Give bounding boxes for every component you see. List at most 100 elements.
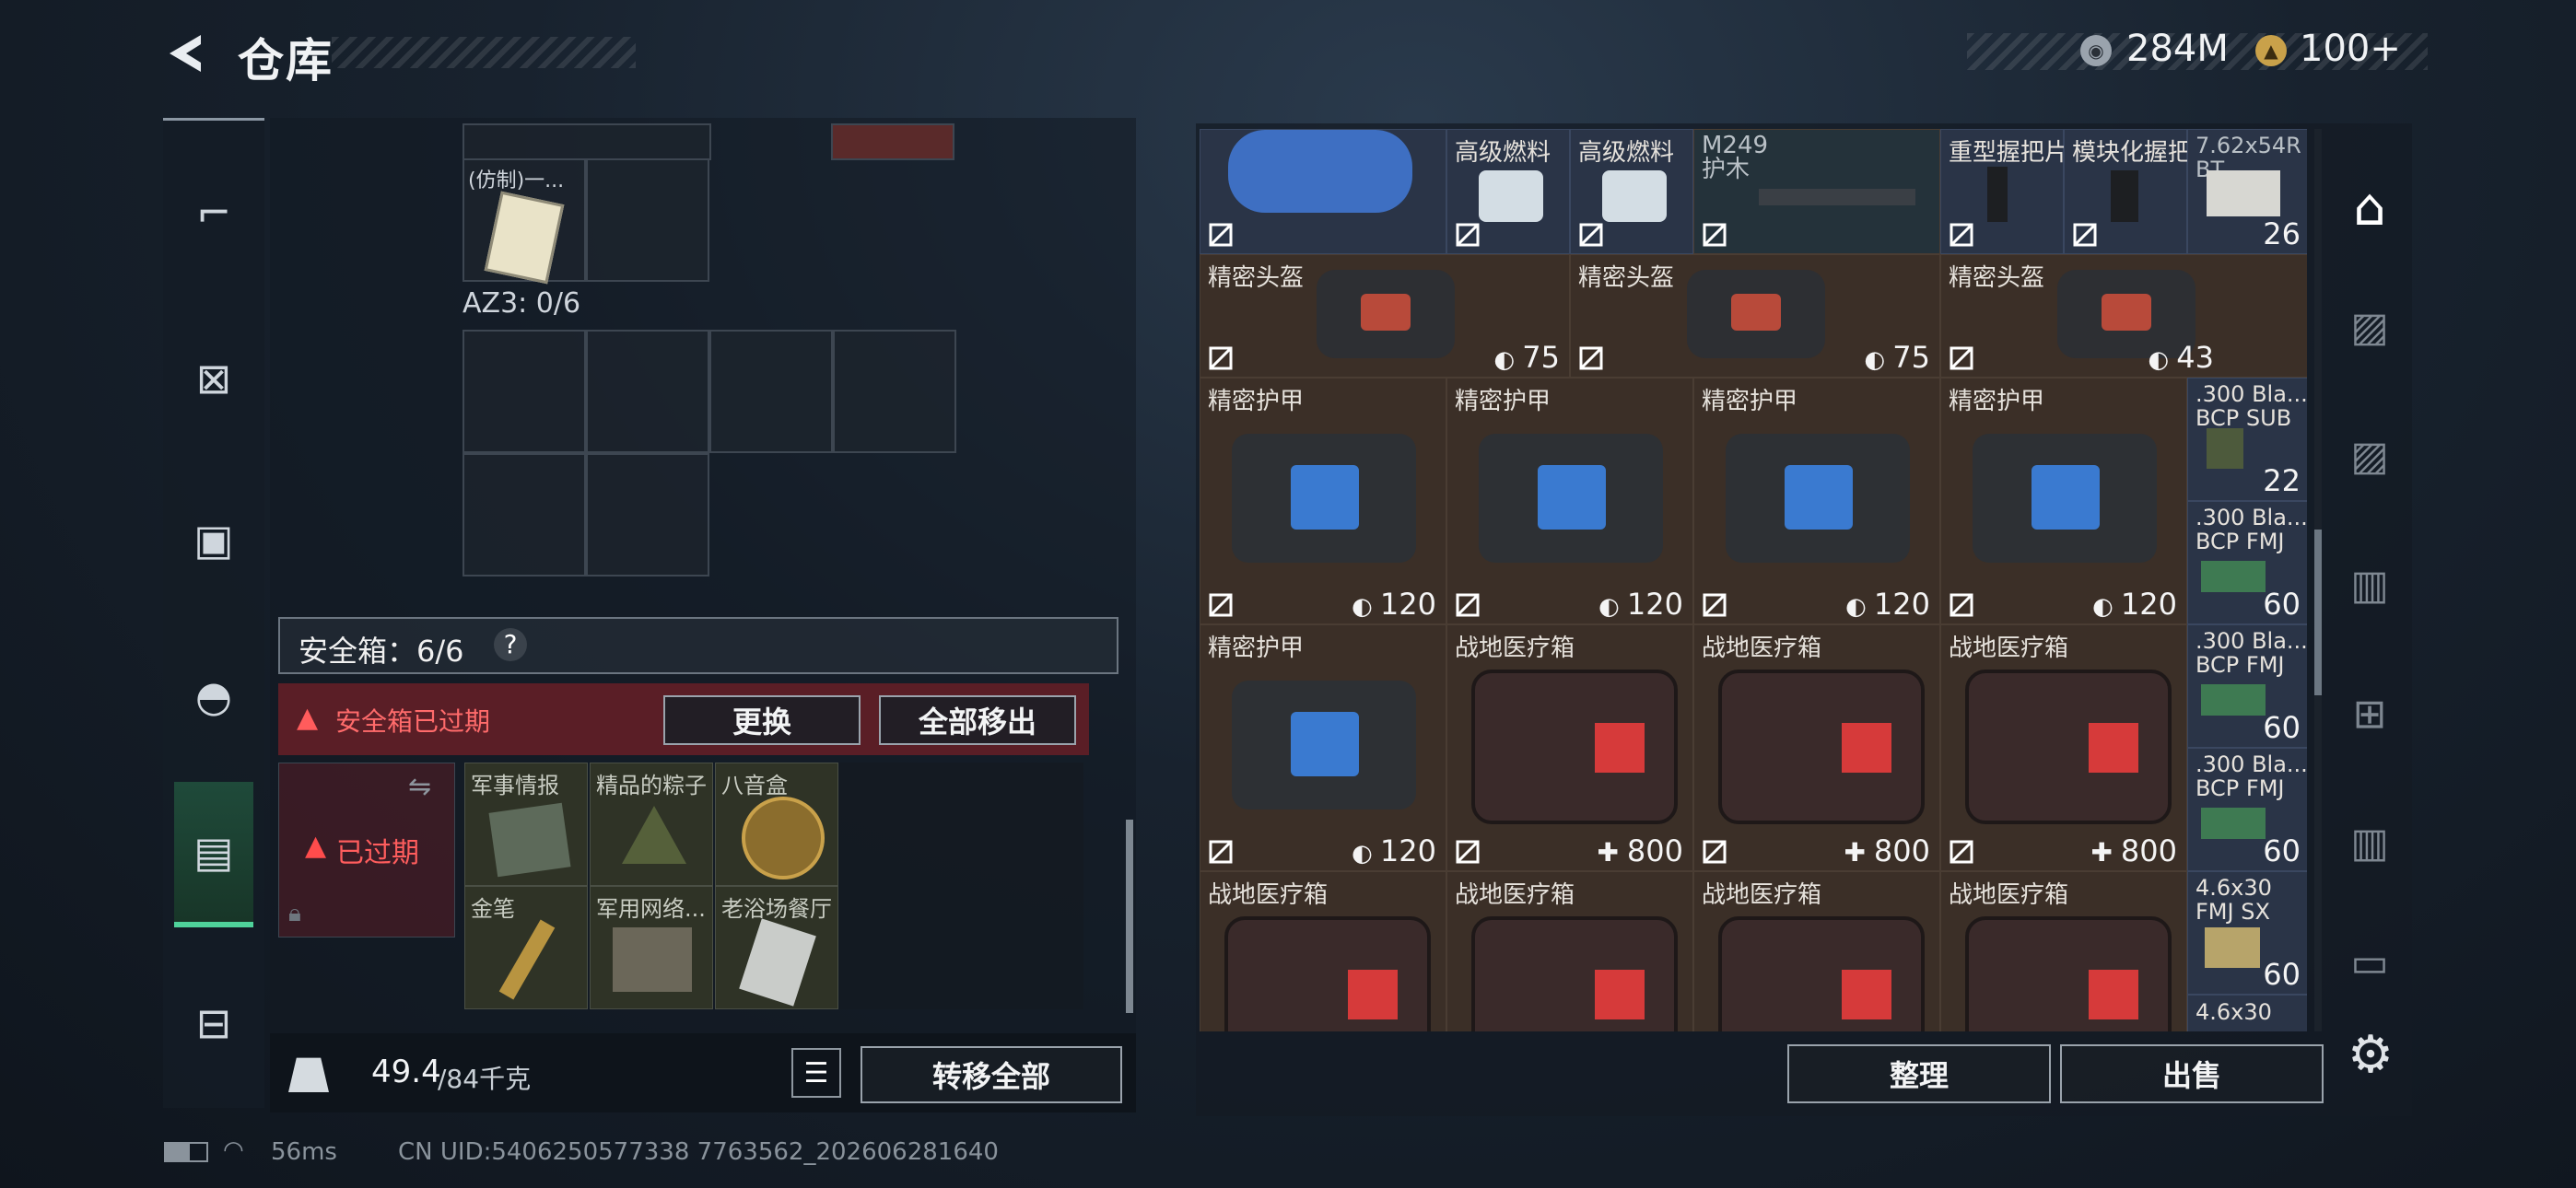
safebox-slot[interactable]: 军事情报 (464, 763, 588, 886)
inventory-slot[interactable] (709, 330, 833, 453)
storage-item-tile[interactable]: 精密护甲 ◐ 120 (1200, 624, 1446, 871)
helmet-item-icon (1687, 270, 1825, 358)
storage-item-tile[interactable]: 精密护甲 ◐ 120 (1200, 378, 1446, 624)
move-all-out-button[interactable]: 全部移出 (879, 695, 1076, 745)
armor-item-icon (1726, 434, 1910, 563)
item-label: 重型握把片 (1949, 139, 2069, 167)
storage-tab-v-icon[interactable]: ▨ (2331, 267, 2408, 387)
storage-item-tile[interactable]: 精密护甲 ◐ 120 (1940, 378, 2187, 624)
no-trade-icon (1456, 840, 1480, 864)
storage-item-tile[interactable] (1200, 129, 1446, 254)
container-slot (831, 123, 954, 160)
storage-item-tile[interactable]: 战地医疗箱 (1940, 871, 2187, 1031)
inventory-slot[interactable]: (仿制)一... (463, 158, 586, 285)
inventory-slot[interactable] (586, 158, 709, 282)
replace-button[interactable]: 更换 (663, 695, 861, 745)
storage-scrollbar-thumb[interactable] (2314, 530, 2322, 695)
wifi-icon: ◠ (223, 1136, 244, 1164)
inventory-slot[interactable] (833, 330, 956, 453)
storage-item-tile[interactable]: 战地医疗箱 ✚ 800 (1446, 624, 1693, 871)
left-nav: ⌐ ⊠ ▣ ◓ ▤ ⊟ (163, 118, 264, 1108)
safebox-item[interactable]: ⇋ ▲ 已过期 🔒︎ (278, 763, 455, 938)
storage-item-tile[interactable]: M249 护木 (1693, 129, 1940, 254)
item-label: M249 护木 (1702, 132, 1769, 183)
storage-item-tile[interactable]: 模块化握把 (2064, 129, 2192, 254)
list-view-icon[interactable]: ☰ (791, 1048, 841, 1098)
safebox-slot[interactable]: 八音盒 (715, 763, 838, 886)
briefcase-icon[interactable]: ⊟ (163, 968, 264, 1078)
armor-item-icon (1232, 434, 1416, 563)
warehouse-icon[interactable]: ⌂ (2331, 147, 2408, 267)
firearm-icon[interactable]: ⌐ (163, 157, 264, 268)
safebox-icon[interactable]: ▤ (174, 782, 253, 927)
item-label: .300 Bla... BCP FMJ (2195, 628, 2307, 678)
sell-button[interactable]: 出售 (2060, 1044, 2324, 1103)
item-label: 金笔 (471, 896, 515, 922)
storage-tab-iv-folder-icon[interactable]: ▥ (2331, 525, 2408, 645)
storage-item-tile[interactable]: 精密护甲 ◐ 120 (1693, 378, 1940, 624)
no-trade-icon (1209, 223, 1233, 247)
no-trade-icon (1209, 840, 1233, 864)
storage-tab-iv-icon[interactable]: ▨ (2331, 396, 2408, 516)
vest-icon[interactable]: ⊠ (163, 323, 264, 434)
storage-item-tile[interactable]: .300 Bla... BCP FMJ 60 (2187, 748, 2307, 871)
expired-message: 安全箱已过期 (335, 706, 491, 737)
storage-item-tile[interactable]: .300 Bla... BCP FMJ 60 (2187, 624, 2307, 748)
storage-item-tile[interactable]: 战地医疗箱 ✚ 800 (1693, 624, 1940, 871)
swap-icon[interactable]: ⇋ (408, 771, 431, 803)
transfer-all-button[interactable]: 转移全部 (861, 1046, 1122, 1103)
storage-item-tile[interactable]: 精密头盔 ◐ 75 (1200, 254, 1570, 378)
storage-item-tile[interactable]: 战地医疗箱 ✚ 800 (1940, 624, 2187, 871)
help-icon[interactable]: ? (494, 628, 527, 661)
backpack-icon[interactable]: ▣ (163, 484, 264, 595)
storage-tab-ii-add-icon[interactable]: ⊞ (2331, 654, 2408, 774)
inventory-slot[interactable] (586, 330, 709, 453)
storage-item-tile[interactable]: 4.6x30 (2187, 995, 2307, 1031)
weight-value: 49.4 (371, 1054, 441, 1090)
storage-item-tile[interactable]: .300 Bla... BCP SUB 22 (2187, 378, 2307, 501)
storage-item-tile[interactable]: 精密护甲 ◐ 120 (1446, 378, 1693, 624)
pouch-icon[interactable]: ◓ (163, 641, 264, 751)
storage-tab-iv-gun-icon[interactable]: ▭ (2331, 903, 2408, 1022)
item-count: 60 (2263, 587, 2301, 622)
back-arrow-icon[interactable] (164, 31, 208, 76)
storage-tab-i-icon[interactable]: ▥ (2331, 783, 2408, 903)
safebox-header: 安全箱：6/6 ? (278, 617, 1118, 674)
music-box-item-icon (742, 797, 825, 879)
inventory-slot[interactable] (463, 453, 586, 577)
expired-tag: 已过期 (336, 837, 419, 869)
storage-item-tile[interactable]: 7.62x54R BT 26 (2187, 129, 2307, 254)
storage-item-tile[interactable]: 高级燃料 (1570, 129, 1693, 254)
item-label: 战地医疗箱 (1208, 881, 1329, 909)
storage-item-tile[interactable]: 精密头盔 ◐ 75 (1570, 254, 1940, 378)
durability-value: ◐ 75 (1864, 340, 1930, 375)
storage-item-tile[interactable]: 精密头盔 ◐ 43 (1940, 254, 2307, 378)
safebox-slot[interactable]: 金笔 (464, 886, 588, 1009)
container-slot-row (463, 123, 711, 160)
durability-value: ◐ 120 (1351, 833, 1436, 868)
handguard-item-icon (1759, 189, 1915, 205)
storage-item-tile[interactable]: 战地医疗箱 (1200, 871, 1446, 1031)
inventory-slot[interactable] (463, 330, 586, 453)
safebox-slot[interactable]: 老浴场餐厅 (715, 886, 838, 1009)
storage-item-tile[interactable]: .300 Bla... BCP FMJ 60 (2187, 501, 2307, 624)
settings-gear-icon[interactable]: ⚙ (2338, 1022, 2403, 1087)
grip-item-icon (1987, 167, 2008, 222)
storage-item-tile[interactable]: 重型握把片 (1940, 129, 2068, 254)
left-scrollbar[interactable] (1126, 820, 1133, 1013)
item-count: 22 (2263, 463, 2301, 498)
safebox-slot[interactable]: 精品的粽子 (590, 763, 713, 886)
storage-item-tile[interactable]: 4.6x30 FMJ SX 60 (2187, 871, 2307, 995)
sort-button[interactable]: 整理 (1787, 1044, 2051, 1103)
item-label: 军用网络... (596, 896, 706, 922)
inventory-slot[interactable] (586, 453, 709, 577)
storage-item-tile[interactable]: 高级燃料 (1446, 129, 1570, 254)
item-label: 老浴场餐厅 (721, 896, 832, 922)
heal-value: ✚ 800 (2090, 833, 2177, 868)
safebox-slot[interactable]: 军用网络... (590, 886, 713, 1009)
storage-item-tile[interactable]: 战地医疗箱 (1446, 871, 1693, 1031)
storage-item-tile[interactable]: 战地医疗箱 (1693, 871, 1940, 1031)
network-item-icon (613, 927, 692, 992)
ammo-box-icon (2201, 561, 2266, 592)
item-label: 4.6x30 FMJ SX (2195, 875, 2272, 925)
